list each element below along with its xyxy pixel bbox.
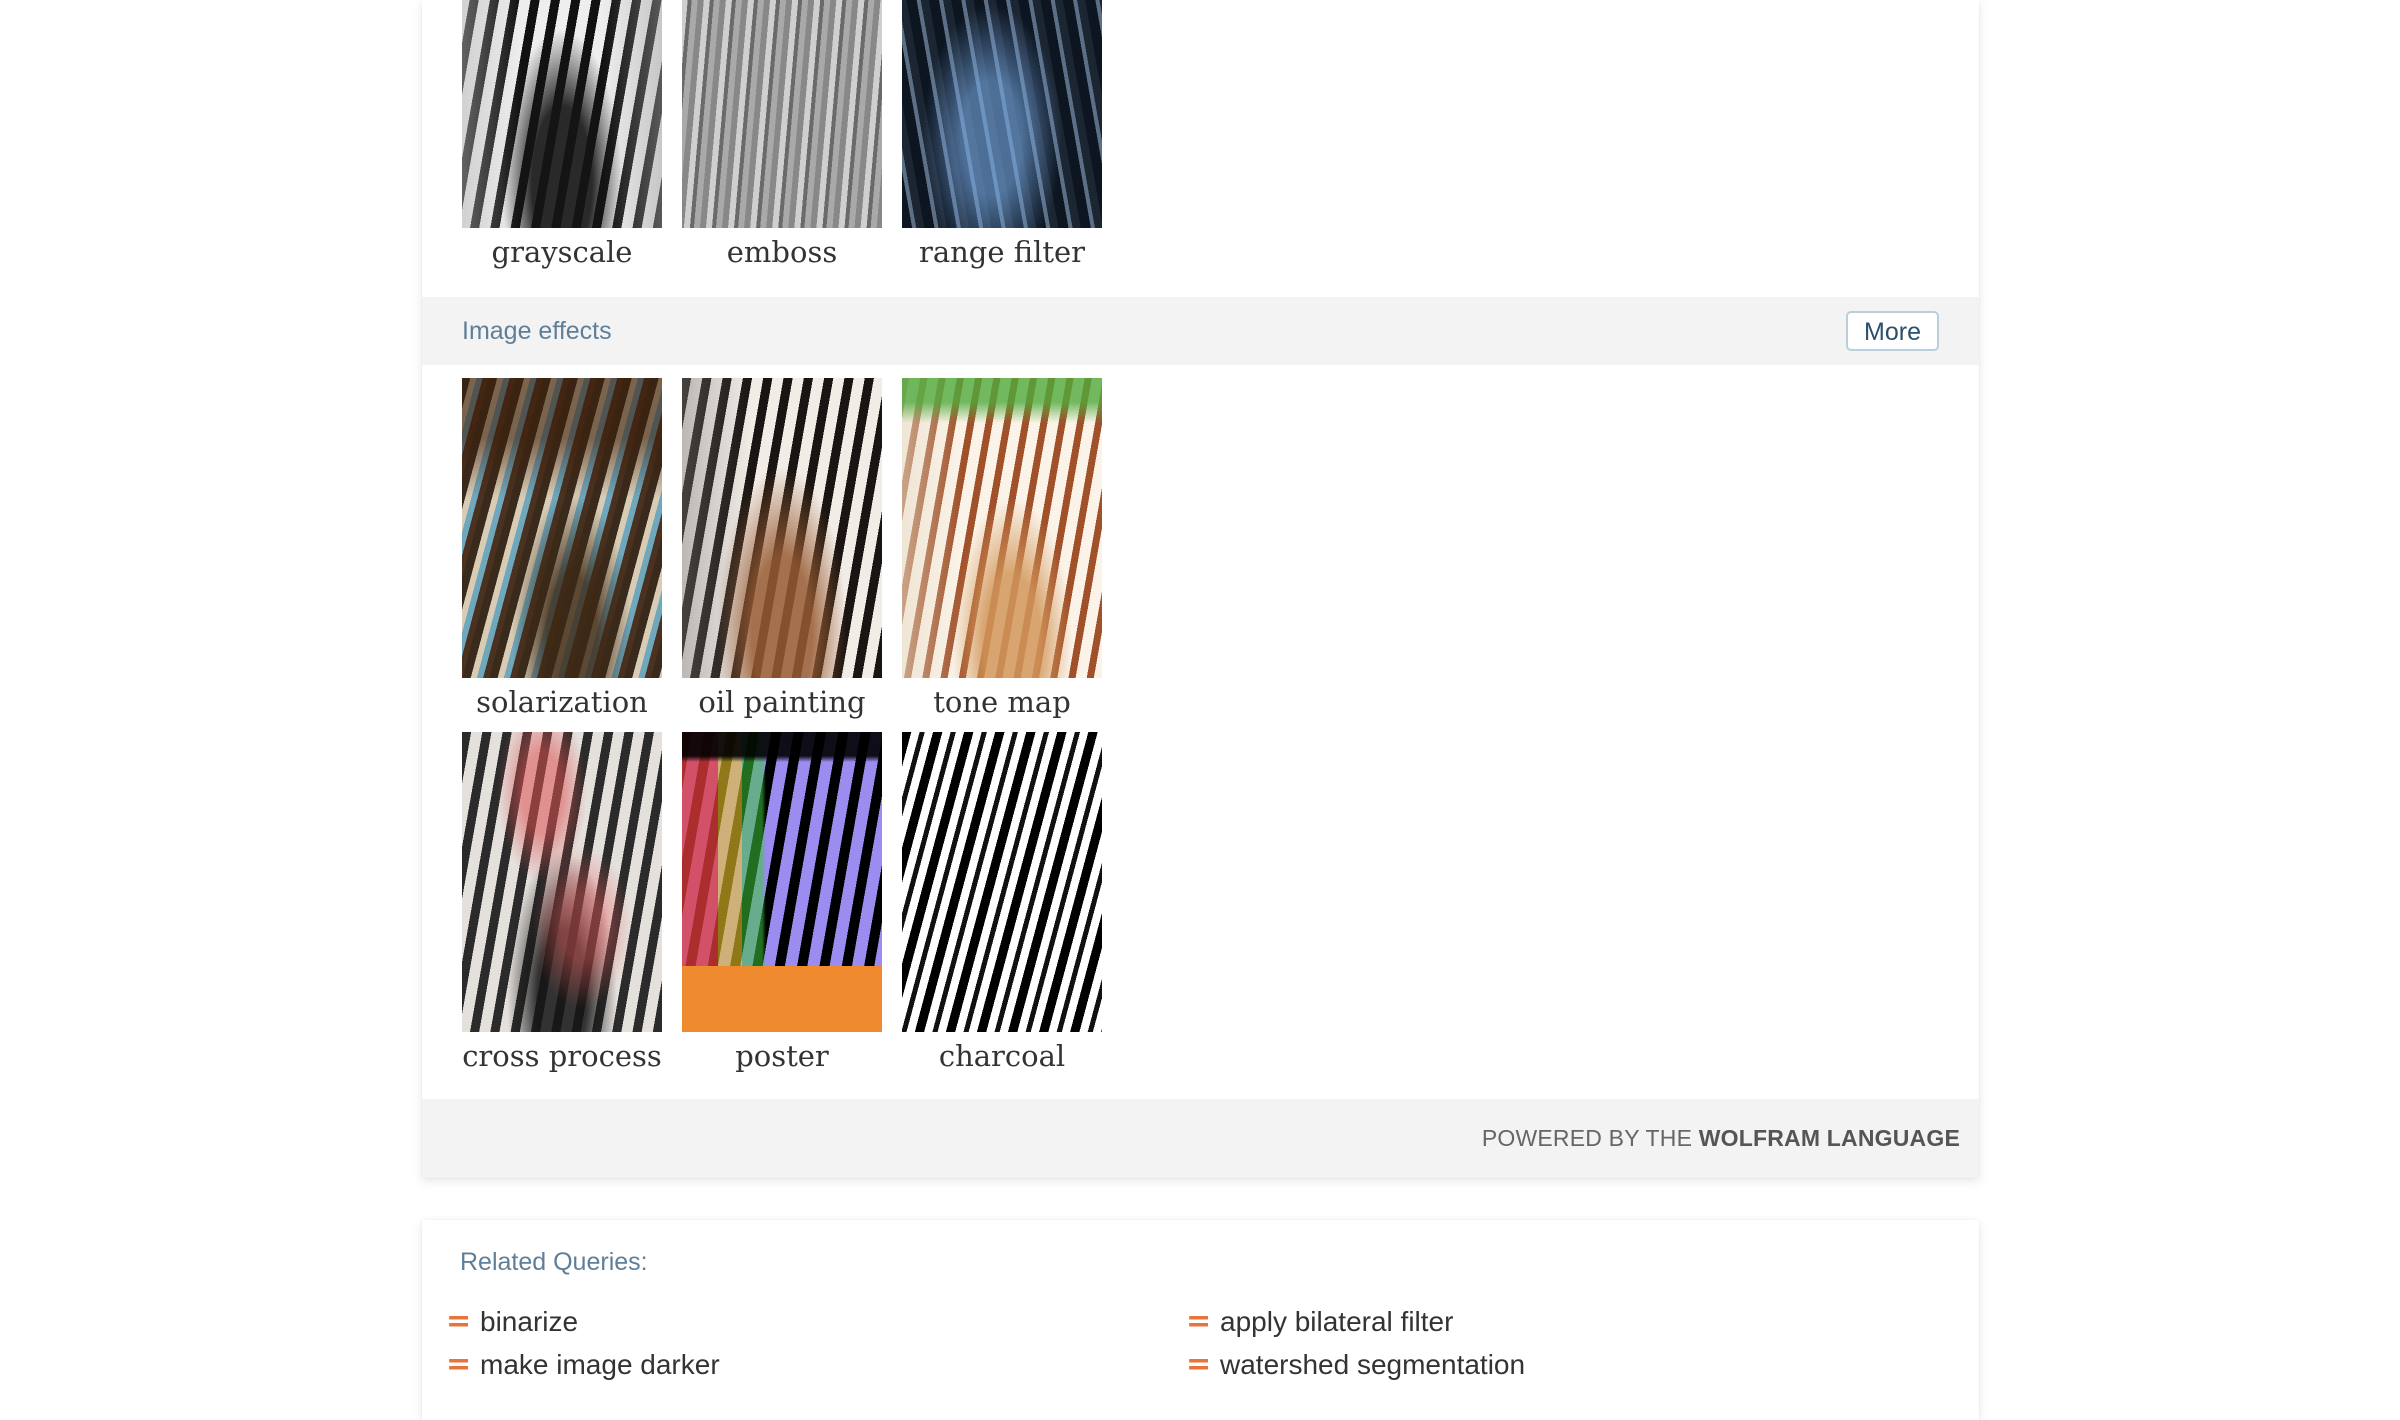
related-queries-title: Related Queries: — [460, 1248, 648, 1276]
equals-icon: = — [446, 1304, 472, 1339]
thumb-caption: range filter — [918, 235, 1086, 269]
effects-row-1: solarization oil painting tone map — [462, 378, 1122, 720]
thumb-grayscale[interactable]: grayscale — [462, 0, 662, 270]
related-queries-panel: Related Queries: = binarize = make image… — [422, 1220, 1979, 1420]
thumb-caption: grayscale — [491, 235, 633, 269]
thumb-caption: emboss — [726, 235, 838, 269]
equals-icon: = — [446, 1347, 472, 1382]
thumb-caption: charcoal — [938, 1039, 1066, 1073]
powered-by-text[interactable]: POWERED BY THE WOLFRAM LANGUAGE — [1482, 1099, 1960, 1178]
thumb-cross-process[interactable]: cross process — [462, 732, 662, 1074]
thumb-caption: tone map — [933, 685, 1071, 719]
more-button[interactable]: More — [1846, 311, 1939, 351]
related-query-label: make image darker — [480, 1348, 720, 1380]
related-query-label: watershed segmentation — [1220, 1348, 1526, 1380]
emboss-image[interactable] — [682, 0, 882, 228]
poster-image[interactable] — [682, 732, 882, 1032]
filters-row: grayscale emboss range filter — [462, 0, 1122, 270]
related-query-item[interactable]: = make image darker — [446, 1347, 720, 1382]
thumb-solarization[interactable]: solarization — [462, 378, 662, 720]
thumb-charcoal[interactable]: charcoal — [902, 732, 1102, 1074]
thumb-tone-map[interactable]: tone map — [902, 378, 1102, 720]
thumb-caption: poster — [735, 1039, 829, 1073]
range-filter-image[interactable] — [902, 0, 1102, 228]
oil-painting-image[interactable] — [682, 378, 882, 678]
thumb-caption: cross process — [462, 1039, 662, 1073]
charcoal-image[interactable] — [902, 732, 1102, 1032]
related-query-item[interactable]: = watershed segmentation — [1186, 1347, 1525, 1382]
results-pod: grayscale emboss range filter Image effe… — [422, 0, 1979, 1178]
related-query-item[interactable]: = binarize — [446, 1304, 578, 1339]
thumb-oil-painting[interactable]: oil painting — [682, 378, 882, 720]
related-query-label: apply bilateral filter — [1220, 1305, 1454, 1337]
tone-map-image[interactable] — [902, 378, 1102, 678]
grayscale-image[interactable] — [462, 0, 662, 228]
thumb-caption: solarization — [476, 685, 648, 719]
section-title: Image effects — [462, 317, 612, 345]
effects-row-2: cross process poster charcoal — [462, 732, 1122, 1074]
solarization-image[interactable] — [462, 378, 662, 678]
related-query-label: binarize — [480, 1305, 579, 1337]
powered-brand: WOLFRAM LANGUAGE — [1698, 1125, 1960, 1151]
thumb-caption: oil painting — [698, 685, 866, 719]
cross-process-image[interactable] — [462, 732, 662, 1032]
pod-footer: POWERED BY THE WOLFRAM LANGUAGE — [422, 1099, 1979, 1178]
equals-icon: = — [1186, 1347, 1212, 1382]
thumb-emboss[interactable]: emboss — [682, 0, 882, 270]
thumb-range-filter[interactable]: range filter — [902, 0, 1102, 270]
powered-prefix: POWERED BY THE — [1481, 1125, 1699, 1151]
image-effects-header: Image effects More — [422, 297, 1979, 365]
related-query-item[interactable]: = apply bilateral filter — [1186, 1304, 1453, 1339]
thumb-poster[interactable]: poster — [682, 732, 882, 1074]
equals-icon: = — [1186, 1304, 1212, 1339]
